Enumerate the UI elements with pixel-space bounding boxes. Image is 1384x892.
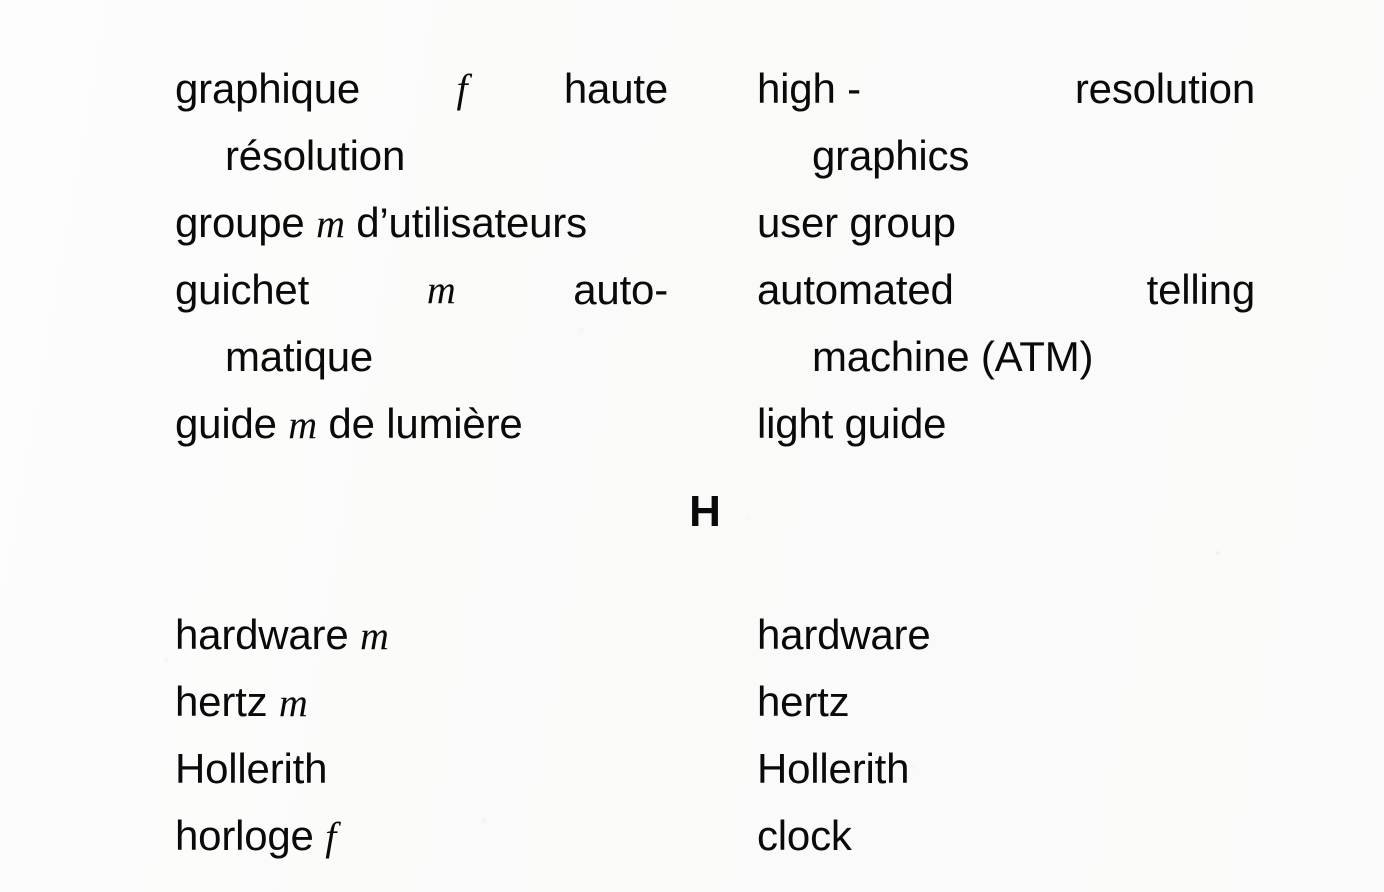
french-term-groupe: groupe xyxy=(175,199,305,246)
english-continuation-graphics: graphics xyxy=(812,132,970,179)
justify-gap xyxy=(861,55,1075,122)
french-term-guide: guide xyxy=(175,400,277,447)
french-headword-hardware: hardware m xyxy=(175,601,389,669)
gender-marker-m: m xyxy=(426,267,456,312)
english-term-automated: automated xyxy=(757,266,954,313)
french-continuation-resolution: résolution xyxy=(225,132,406,179)
french-term-hertz: hertz xyxy=(175,678,268,725)
french-headword-groupe: groupe m d’utilisateurs xyxy=(175,189,587,257)
gender-marker-m: m xyxy=(278,680,308,725)
gender-marker-f: f xyxy=(456,66,468,111)
english-term-high: high - xyxy=(757,65,861,112)
gender-marker-m: m xyxy=(288,402,317,447)
section-letter-glyph: H xyxy=(689,487,721,536)
english-term-telling: telling xyxy=(1146,266,1256,313)
french-term-auto-hyphen: auto- xyxy=(573,266,668,313)
english-translation-clock: clock xyxy=(757,812,852,859)
gender-marker-m: m xyxy=(316,201,345,246)
french-headword-guide: guide m de lumière xyxy=(175,390,523,458)
english-translation-light-guide: light guide xyxy=(757,400,947,447)
english-continuation-machine-atm: machine (ATM) xyxy=(812,333,1094,380)
justify-gap xyxy=(954,256,1147,323)
justify-gap xyxy=(360,55,456,122)
french-term-dutilisateurs: d’utilisateurs xyxy=(356,199,587,246)
french-headword-graphique: graphique f haute xyxy=(175,55,668,122)
justify-gap xyxy=(309,256,427,323)
justify-gap xyxy=(456,256,574,323)
english-term-resolution: resolution xyxy=(1074,65,1255,112)
gender-marker-m: m xyxy=(359,613,389,658)
french-headword-hollerith: Hollerith xyxy=(175,745,328,792)
justify-gap xyxy=(467,55,563,122)
english-translation-hollerith: Hollerith xyxy=(757,745,910,792)
french-headword-guichet: guichet m auto- xyxy=(175,256,668,323)
french-term-horloge: horloge xyxy=(175,812,314,859)
gender-marker-f: f xyxy=(325,814,337,859)
french-term-haute: haute xyxy=(563,65,668,112)
french-headword-horloge: horloge f xyxy=(175,802,336,870)
french-continuation-matique: matique xyxy=(225,333,374,380)
english-translation-hertz: hertz xyxy=(757,678,850,725)
french-headword-hertz: hertz m xyxy=(175,668,308,736)
french-term-de-lumiere: de lumière xyxy=(328,400,523,447)
french-term-guichet: guichet xyxy=(175,266,310,313)
french-term-graphique: graphique xyxy=(175,65,361,112)
english-translation-user-group: user group xyxy=(757,199,956,246)
english-translation-automated-telling: automated telling xyxy=(757,256,1255,323)
dictionary-page: graphique f haute high - resolution réso… xyxy=(0,0,1384,892)
french-term-hardware: hardware xyxy=(175,611,349,658)
section-letter-heading: H xyxy=(0,487,1384,537)
english-translation-hardware: hardware xyxy=(757,611,931,658)
english-translation-high-resolution: high - resolution xyxy=(757,55,1255,122)
